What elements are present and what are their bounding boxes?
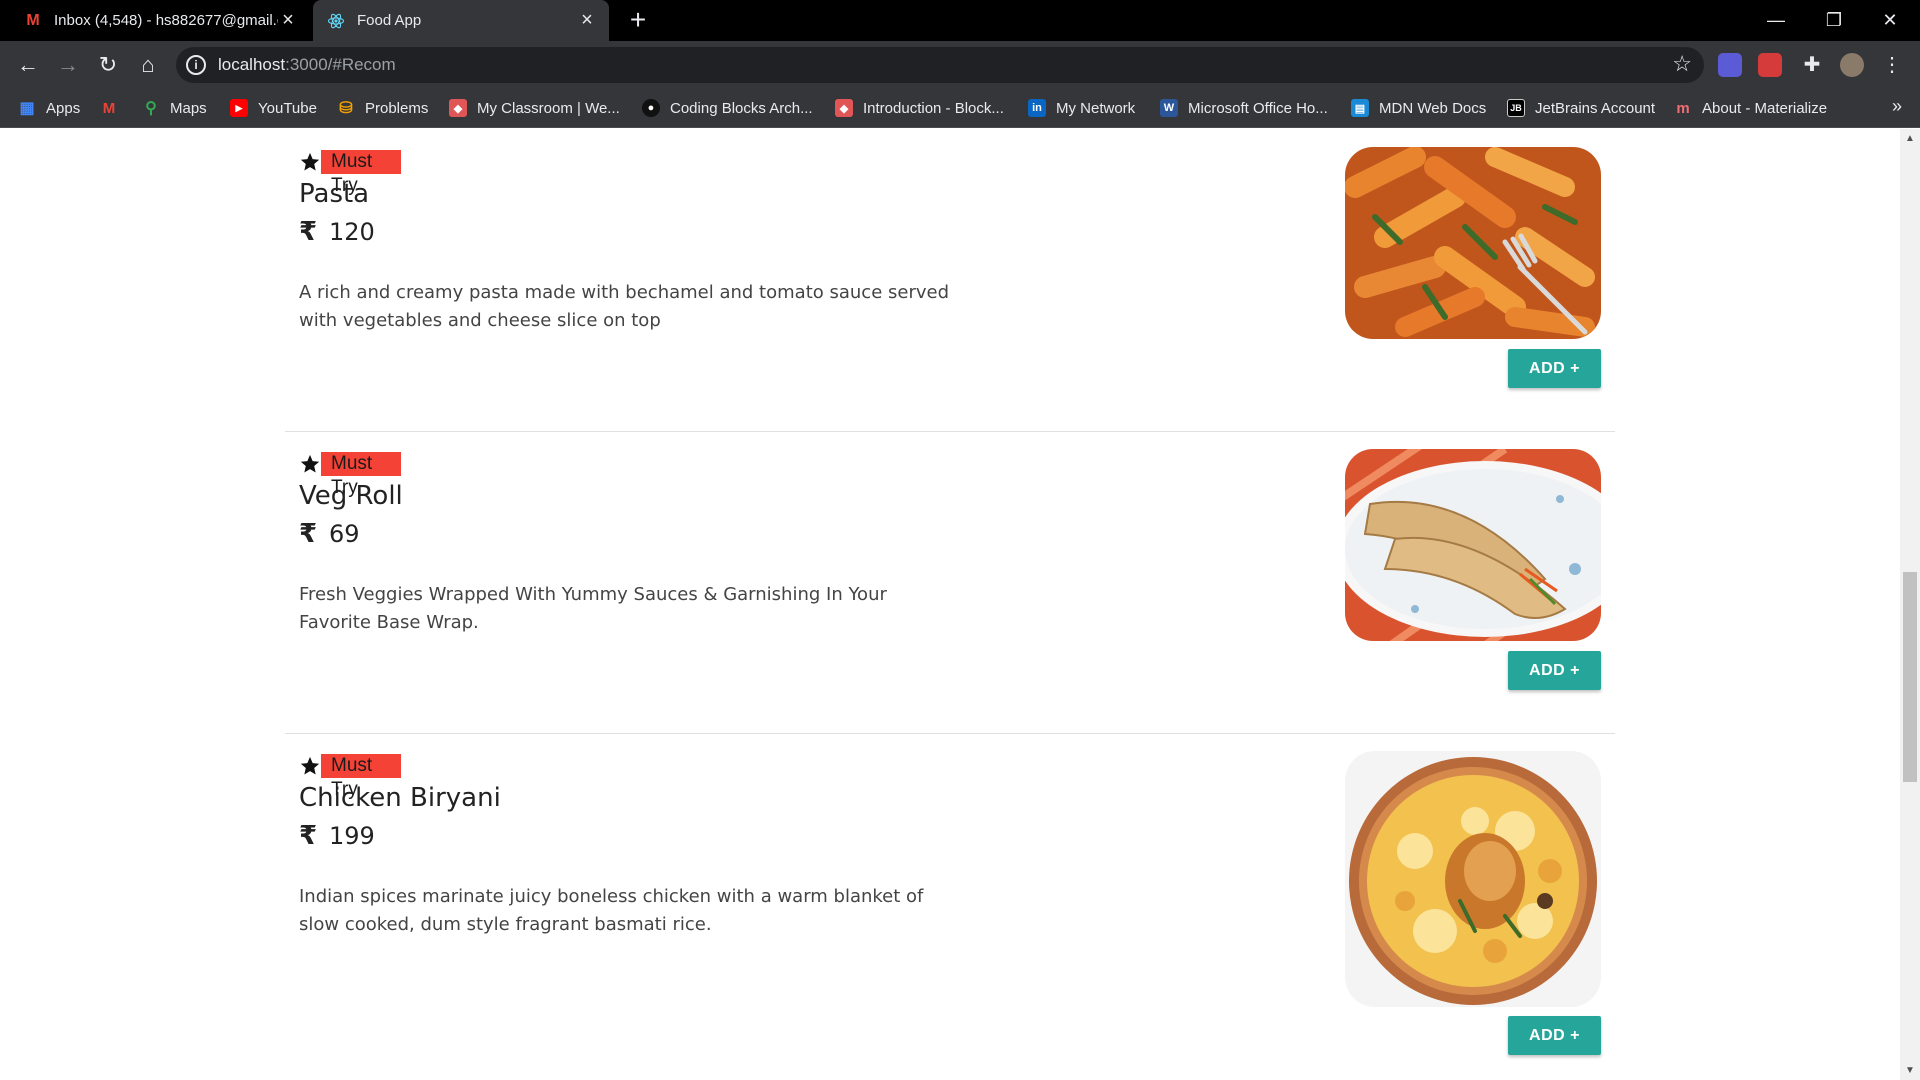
dish-name: Veg Roll	[299, 481, 403, 511]
bookmark-introduction[interactable]: ◆ Introduction - Block...	[835, 97, 1004, 119]
tab-food-app[interactable]: Food App ×	[313, 0, 609, 41]
reload-icon[interactable]: ↻	[92, 49, 124, 81]
must-try-badge: Must Try	[321, 452, 401, 498]
tab-gmail[interactable]: M Inbox (4,548) - hs882677@gmail.com ×	[10, 0, 310, 41]
menu-item: Must Try Chicken Biryani ₹ 199 Indian sp…	[285, 733, 1615, 1080]
browser-tab-strip: M Inbox (4,548) - hs882677@gmail.com × F…	[0, 0, 1920, 41]
gmail-icon: M	[26, 11, 40, 29]
scrollbar-thumb[interactable]	[1903, 572, 1917, 782]
scroll-down-icon[interactable]: ▼	[1905, 1065, 1915, 1076]
must-try-badge: Must Try	[321, 150, 401, 196]
bookmark-mdn[interactable]: ▤ MDN Web Docs	[1351, 97, 1486, 119]
bookmark-coding-blocks[interactable]: ● Coding Blocks Arch...	[642, 97, 813, 119]
menu-item: Must Try Pasta ₹ 120 A rich and creamy p…	[285, 129, 1615, 429]
dish-price: ₹ 120	[299, 217, 375, 247]
dish-price: ₹ 69	[299, 519, 360, 549]
price-value: 69	[329, 520, 360, 548]
bookmark-youtube[interactable]: ▶ YouTube	[230, 97, 317, 119]
browser-toolbar: ← → ↻ ⌂ i localhost:3000/#Recom ☆ ✚ ⋮	[0, 41, 1920, 88]
scroll-up-icon[interactable]: ▲	[1905, 133, 1915, 144]
bookmark-materialize[interactable]: m About - Materialize	[1674, 97, 1827, 119]
rupee-icon: ₹	[299, 821, 318, 851]
address-bar[interactable]: i localhost:3000/#Recom ☆	[176, 47, 1704, 83]
dish-description: A rich and creamy pasta made with becham…	[299, 282, 949, 331]
dish-description: Indian spices marinate juicy boneless ch…	[299, 886, 924, 935]
close-tab-icon[interactable]: ×	[577, 9, 597, 32]
kebab-menu-icon[interactable]: ⋮	[1880, 53, 1904, 77]
bookmark-star-icon[interactable]: ☆	[1672, 51, 1692, 77]
new-tab-icon[interactable]: +	[624, 6, 652, 35]
avatar[interactable]	[1840, 53, 1864, 77]
materialize-icon: m	[1676, 99, 1690, 117]
close-window-icon[interactable]: ✕	[1870, 4, 1910, 36]
url-text: localhost:3000/#Recom	[218, 55, 396, 74]
add-to-cart-button[interactable]: ADD +	[1508, 1016, 1601, 1055]
pasta-image	[1345, 147, 1601, 339]
jetbrains-icon: JB	[1507, 99, 1525, 117]
classroom-icon: ◆	[449, 99, 467, 117]
tab-title: Food App	[357, 12, 422, 29]
tab-title: Inbox (4,548) - hs882677@gmail.com	[54, 12, 278, 29]
more-bookmarks-icon[interactable]: »	[1892, 96, 1902, 117]
bookmark-my-network[interactable]: in My Network	[1028, 97, 1135, 119]
dish-name: Chicken Biryani	[299, 783, 501, 813]
extension-icon[interactable]	[1758, 53, 1782, 77]
rupee-icon: ₹	[299, 217, 318, 247]
page-viewport: Must Try Pasta ₹ 120 A rich and creamy p…	[0, 129, 1920, 1080]
block-icon: ◆	[835, 99, 853, 117]
minimize-icon[interactable]: —	[1756, 4, 1796, 36]
add-to-cart-button[interactable]: ADD +	[1508, 349, 1601, 388]
puzzle-icon[interactable]: ✚	[1800, 53, 1824, 77]
youtube-icon: ▶	[230, 99, 248, 117]
page-scrollbar[interactable]: ▲ ▼	[1900, 129, 1920, 1080]
bookmark-apps[interactable]: ▦ Apps	[18, 97, 80, 119]
bookmark-gmail[interactable]: M	[100, 97, 128, 119]
restore-icon[interactable]: ❐	[1814, 4, 1854, 36]
bookmark-my-classroom[interactable]: ◆ My Classroom | We...	[449, 97, 620, 119]
add-to-cart-button[interactable]: ADD +	[1508, 651, 1601, 690]
bookmark-microsoft-office[interactable]: W Microsoft Office Ho...	[1160, 97, 1328, 119]
linkedin-icon: in	[1028, 99, 1046, 117]
bookmarks-bar: ▦ Apps M ⚲ Maps ▶ YouTube ⛁ Problems ◆ M…	[0, 88, 1920, 128]
must-try-tag: Must Try	[299, 149, 401, 196]
star-icon	[300, 152, 320, 171]
dish-name: Pasta	[299, 179, 370, 209]
dish-price: ₹ 199	[299, 821, 375, 851]
problems-icon: ⛁	[339, 100, 353, 117]
bookmark-problems[interactable]: ⛁ Problems	[337, 97, 428, 119]
forward-icon[interactable]: →	[52, 49, 84, 81]
rupee-icon: ₹	[299, 519, 318, 549]
star-icon	[300, 454, 320, 473]
veg-roll-image	[1345, 449, 1601, 641]
react-icon	[325, 13, 347, 29]
gmail-icon: M	[102, 99, 116, 117]
bookmark-maps[interactable]: ⚲ Maps	[142, 97, 207, 119]
must-try-badge: Must Try	[321, 754, 401, 800]
extension-icon[interactable]	[1718, 53, 1742, 77]
dish-description: Fresh Veggies Wrapped With Yummy Sauces …	[299, 584, 887, 633]
menu-item: Must Try Veg Roll ₹ 69 Fresh Veggies Wra…	[285, 431, 1615, 731]
price-value: 120	[329, 218, 375, 246]
back-icon[interactable]: ←	[12, 49, 44, 81]
star-icon	[300, 756, 320, 775]
word-icon: W	[1160, 99, 1178, 117]
maps-icon: ⚲	[145, 100, 157, 117]
github-icon: ●	[642, 99, 660, 117]
mdn-icon: ▤	[1351, 99, 1369, 117]
apps-grid-icon: ▦	[19, 100, 35, 117]
home-icon[interactable]: ⌂	[132, 49, 164, 81]
site-info-icon[interactable]: i	[186, 55, 206, 75]
price-value: 199	[329, 822, 375, 850]
must-try-tag: Must Try	[299, 451, 401, 498]
chicken-biryani-image	[1345, 751, 1601, 1007]
must-try-tag: Must Try	[299, 753, 401, 800]
close-tab-icon[interactable]: ×	[278, 9, 298, 32]
bookmark-jetbrains[interactable]: JB JetBrains Account	[1507, 97, 1655, 119]
